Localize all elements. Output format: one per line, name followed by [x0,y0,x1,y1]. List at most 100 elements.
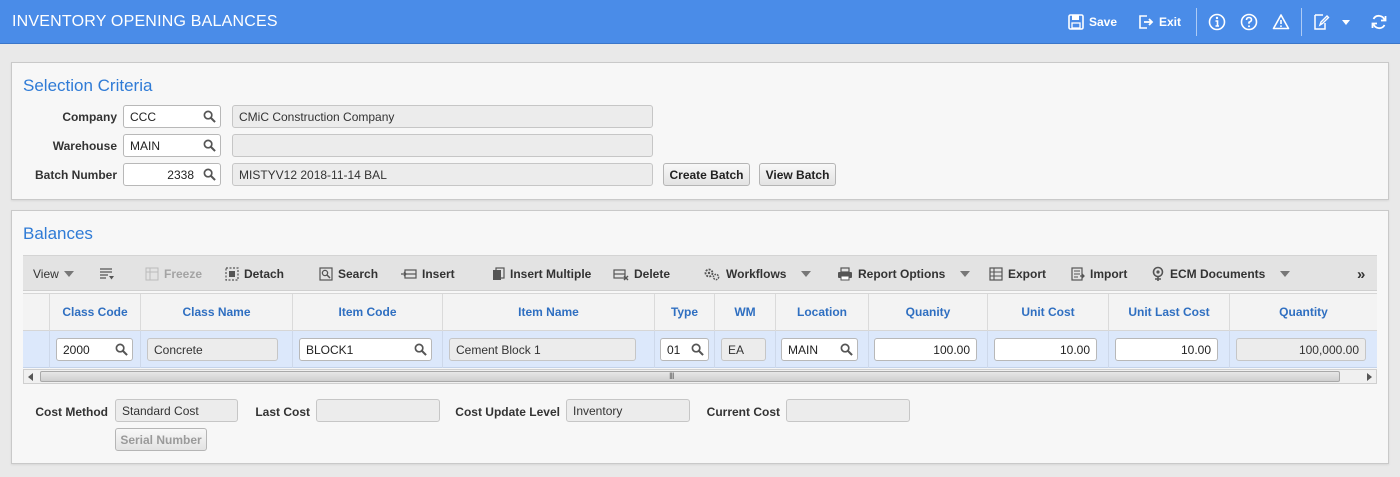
import-button[interactable]: Import [1071,266,1127,282]
overflow-chevron-icon[interactable]: » [1357,266,1365,283]
column-header[interactable]: Class Name [140,294,292,331]
batch-number-value: 2338 [167,168,194,182]
item-code-cell: BLOCK1 [292,331,442,368]
item-name-value: Cement Block 1 [449,338,636,361]
search-icon[interactable] [203,110,216,123]
edit-icon[interactable] [1312,13,1330,31]
detach-icon [225,267,239,281]
column-header[interactable]: WM [714,294,775,331]
delete-button[interactable]: Delete [613,266,670,282]
view-batch-button[interactable]: View Batch [759,163,836,186]
insert-multiple-label: Insert Multiple [510,267,592,281]
location-input[interactable]: MAIN [781,338,858,361]
warehouse-field[interactable]: MAIN [123,134,221,157]
row-selector-header [23,294,49,331]
quanity-input[interactable]: 100.00 [874,338,977,361]
search-icon[interactable] [115,343,128,356]
scroll-left-icon[interactable] [28,373,33,381]
class-code-value: 2000 [63,343,90,357]
horizontal-scrollbar[interactable]: III [23,369,1377,384]
import-icon [1071,267,1085,281]
unit-last-cost-input[interactable]: 10.00 [1115,338,1218,361]
column-header[interactable]: Unit Cost [987,294,1108,331]
item-code-value: BLOCK1 [306,343,354,357]
view-menu[interactable]: View [33,266,74,282]
info-icon[interactable] [1208,13,1226,31]
type-input[interactable]: 01 [660,338,709,361]
company-name-field: CMiC Construction Company [232,105,653,128]
columns-icon [100,268,114,280]
refresh-icon[interactable] [1370,13,1388,31]
report-options-menu[interactable]: Report Options [837,266,971,282]
delete-row-icon [613,269,629,281]
export-button[interactable]: Export [989,266,1046,282]
save-icon [1068,14,1084,30]
warning-icon[interactable] [1272,13,1290,31]
cost-update-level-label: Cost Update Level [455,405,560,419]
chevron-down-icon[interactable] [1340,13,1352,31]
columns-button[interactable] [99,266,115,282]
insert-row-icon [401,269,417,279]
warehouse-value: MAIN [130,139,160,153]
detach-button[interactable]: Detach [225,266,284,282]
page-title: INVENTORY OPENING BALANCES [12,13,278,30]
column-header[interactable]: Item Code [292,294,442,331]
unit-cost-cell: 10.00 [987,331,1108,368]
column-header[interactable]: Item Name [442,294,654,331]
search-icon[interactable] [691,343,704,356]
row-selector[interactable] [23,331,49,368]
location-cell: MAIN [775,331,868,368]
search-icon[interactable] [840,343,853,356]
chevron-down-icon [1280,271,1291,277]
selection-criteria-panel: Selection Criteria Company CCC CMiC Cons… [11,62,1389,200]
item-code-input[interactable]: BLOCK1 [299,338,432,361]
batch-number-label: Batch Number [34,168,117,182]
quantity-cell: 100,000.00 [1229,331,1377,368]
scroll-right-icon[interactable] [1367,373,1372,381]
workflows-menu[interactable]: Workflows [703,266,812,282]
class-code-cell: 2000 [49,331,140,368]
search-icon[interactable] [203,168,216,181]
export-label: Export [1008,267,1047,281]
insert-button[interactable]: Insert [401,266,455,282]
column-header[interactable]: Unit Last Cost [1108,294,1229,331]
insert-multiple-button[interactable]: Insert Multiple [491,266,591,282]
batch-number-field[interactable]: 2338 [123,163,221,186]
cost-update-level-field: Inventory [566,399,690,422]
freeze-button[interactable]: Freeze [145,266,202,282]
cost-method-field: Standard Cost [115,399,238,422]
delete-label: Delete [634,267,671,281]
unit-cost-input[interactable]: 10.00 [994,338,1097,361]
scrollbar-thumb[interactable] [40,371,1340,382]
exit-button[interactable]: Exit [1138,12,1181,32]
type-value: 01 [667,343,681,357]
class-code-input[interactable]: 2000 [56,338,133,361]
item-name-cell: Cement Block 1 [442,331,654,368]
class-name-cell: Concrete [140,331,292,368]
warehouse-name-field [232,134,653,157]
company-field[interactable]: CCC [123,105,221,128]
table-row[interactable]: 2000 Concrete BLOCK1 Cement Block 1 01 E… [23,331,1377,368]
gears-icon [704,268,720,281]
company-label: Company [62,110,117,124]
ecm-documents-menu[interactable]: ECM Documents [1151,266,1291,282]
column-header[interactable]: Type [654,294,714,331]
column-header[interactable]: Location [775,294,868,331]
column-header[interactable]: Quantity [1229,294,1377,331]
column-header[interactable]: Quanity [868,294,987,331]
search-icon[interactable] [414,343,427,356]
serial-number-button[interactable]: Serial Number [115,428,207,451]
search-icon[interactable] [203,139,216,152]
wm-value: EA [721,338,766,361]
column-header[interactable]: Class Code [49,294,140,331]
chevron-down-icon [63,271,74,277]
company-value: CCC [130,110,156,124]
insert-multiple-icon [493,267,505,280]
grid-toolbar: View Freeze Detach Search Insert Insert … [23,255,1377,291]
help-icon[interactable] [1240,13,1258,31]
create-batch-button[interactable]: Create Batch [663,163,750,186]
search-button[interactable]: Search [319,266,378,282]
save-button[interactable]: Save [1068,12,1117,32]
location-value: MAIN [788,343,818,357]
view-label: View [33,267,59,281]
